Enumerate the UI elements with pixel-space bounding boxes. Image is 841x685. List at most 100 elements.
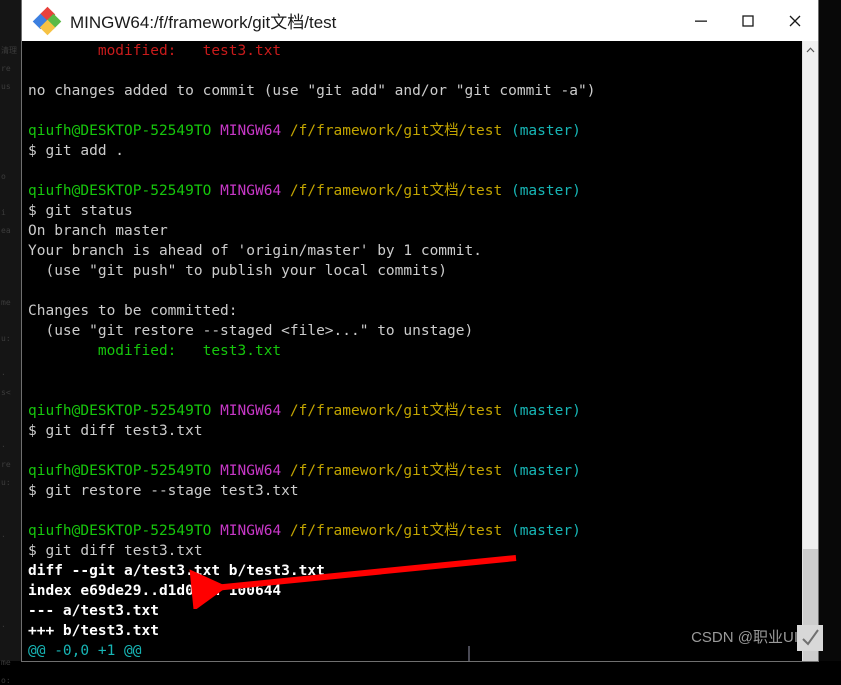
ghost-line: ·: [1, 622, 6, 631]
terminal-segment: index e69de29..d1d06ad 100644: [28, 583, 282, 599]
terminal-segment: [211, 523, 220, 539]
terminal-segment: qiufh@DESKTOP-52549TO: [28, 183, 212, 199]
terminal-segment: /f/framework/git文档/test: [289, 403, 503, 419]
bottom-window-tick: [468, 646, 470, 661]
terminal-segment: $ git diff test3.txt: [28, 423, 203, 439]
terminal-segment: qiufh@DESKTOP-52549TO: [28, 463, 212, 479]
terminal-line: index e69de29..d1d06ad 100644: [22, 581, 595, 601]
terminal-segment: /f/framework/git文档/test: [289, 183, 503, 199]
terminal-segment: (master): [510, 183, 581, 199]
terminal-segment: /f/framework/git文档/test: [289, 463, 503, 479]
close-icon: [789, 15, 800, 26]
terminal-segment: modified: test3.txt: [28, 43, 282, 59]
mintty-diamonds-icon: [32, 6, 62, 35]
minimize-icon: [694, 20, 707, 22]
terminal-output-area[interactable]: modified: test3.txt no changes added to c…: [22, 41, 803, 661]
terminal-segment: [211, 463, 220, 479]
terminal-segment: [281, 523, 290, 539]
terminal-scrollbar[interactable]: [802, 41, 818, 661]
ghost-line: u:: [1, 334, 11, 343]
scrollbar-up-button[interactable]: [803, 41, 818, 58]
window-titlebar[interactable]: MINGW64:/f/framework/git文档/test: [22, 0, 818, 42]
terminal-segment: (master): [510, 123, 581, 139]
maximize-button[interactable]: [724, 0, 771, 41]
close-button[interactable]: [771, 0, 818, 41]
ghost-line: ·: [1, 442, 6, 451]
watermark-text: CSDN @职业UI仔: [691, 629, 813, 646]
terminal-segment: [281, 463, 290, 479]
ghost-line: o: [1, 172, 6, 181]
terminal-segment: MINGW64: [220, 403, 282, 419]
terminal-segment: [211, 403, 220, 419]
ghost-line: me: [1, 298, 11, 307]
terminal-line: diff --git a/test3.txt b/test3.txt: [22, 561, 595, 581]
ghost-line: re: [1, 64, 11, 73]
terminal-segment: MINGW64: [220, 463, 282, 479]
terminal-line: modified: test3.txt: [22, 341, 595, 361]
ghost-line: s<: [1, 388, 11, 397]
terminal-lines: modified: test3.txt no changes added to c…: [22, 41, 595, 661]
terminal-segment: /f/framework/git文档/test: [289, 523, 503, 539]
terminal-line: qiufh@DESKTOP-52549TO MINGW64 /f/framewo…: [22, 121, 595, 141]
background-app-sidebar: [0, 0, 23, 661]
terminal-line: Your branch is ahead of 'origin/master' …: [22, 241, 595, 261]
window-title: MINGW64:/f/framework/git文档/test: [70, 13, 337, 32]
terminal-segment: (use "git restore --staged <file>..." to…: [28, 323, 474, 339]
terminal-segment: (master): [510, 463, 581, 479]
terminal-segment: MINGW64: [220, 123, 282, 139]
terminal-segment: [502, 183, 511, 199]
ghost-line: u:: [1, 478, 11, 487]
ghost-line: us: [1, 82, 11, 91]
terminal-line: --- a/test3.txt: [22, 601, 595, 621]
terminal-line: $ git add .: [22, 141, 595, 161]
terminal-segment: [211, 183, 220, 199]
terminal-segment: [502, 123, 511, 139]
terminal-line: no changes added to commit (use "git add…: [22, 81, 595, 101]
terminal-line: modified: test3.txt: [22, 41, 595, 61]
terminal-segment: diff --git a/test3.txt b/test3.txt: [28, 563, 325, 579]
terminal-segment: [502, 403, 511, 419]
ghost-line: ·: [1, 532, 6, 541]
ghost-line: ea: [1, 226, 11, 235]
terminal-segment: [502, 463, 511, 479]
terminal-line: qiufh@DESKTOP-52549TO MINGW64 /f/framewo…: [22, 521, 595, 541]
terminal-segment: $ git diff test3.txt: [28, 543, 203, 559]
terminal-segment: $ git status: [28, 203, 133, 219]
terminal-segment: [502, 523, 511, 539]
terminal-segment: [211, 123, 220, 139]
watermark-badge: [797, 625, 823, 651]
terminal-segment: qiufh@DESKTOP-52549TO: [28, 403, 212, 419]
terminal-segment: no changes added to commit (use "git add…: [28, 83, 596, 99]
terminal-segment: MINGW64: [220, 523, 282, 539]
minimize-button[interactable]: [677, 0, 724, 41]
mintty-window: MINGW64:/f/framework/git文档/test modified…: [22, 0, 818, 661]
terminal-line: qiufh@DESKTOP-52549TO MINGW64 /f/framewo…: [22, 461, 595, 481]
ghost-line: i: [1, 208, 6, 217]
ghost-line: 清理: [1, 46, 17, 55]
terminal-segment: Changes to be committed:: [28, 303, 238, 319]
terminal-segment: $ git restore --stage test3.txt: [28, 483, 299, 499]
ghost-line: me: [1, 658, 11, 667]
terminal-line: On branch master: [22, 221, 595, 241]
terminal-segment: (master): [510, 523, 581, 539]
terminal-segment: (use "git push" to publish your local co…: [28, 263, 448, 279]
maximize-icon: [741, 14, 754, 27]
terminal-line: qiufh@DESKTOP-52549TO MINGW64 /f/framewo…: [22, 181, 595, 201]
chevron-up-icon: [806, 46, 815, 52]
terminal-segment: $ git add .: [28, 143, 125, 159]
check-icon: [802, 629, 819, 646]
terminal-line: $ git diff test3.txt: [22, 541, 595, 561]
terminal-segment: qiufh@DESKTOP-52549TO: [28, 523, 212, 539]
terminal-line: Changes to be committed:: [22, 301, 595, 321]
terminal-segment: /f/framework/git文档/test: [289, 123, 503, 139]
terminal-line: $ git status: [22, 201, 595, 221]
terminal-line: (use "git push" to publish your local co…: [22, 261, 595, 281]
